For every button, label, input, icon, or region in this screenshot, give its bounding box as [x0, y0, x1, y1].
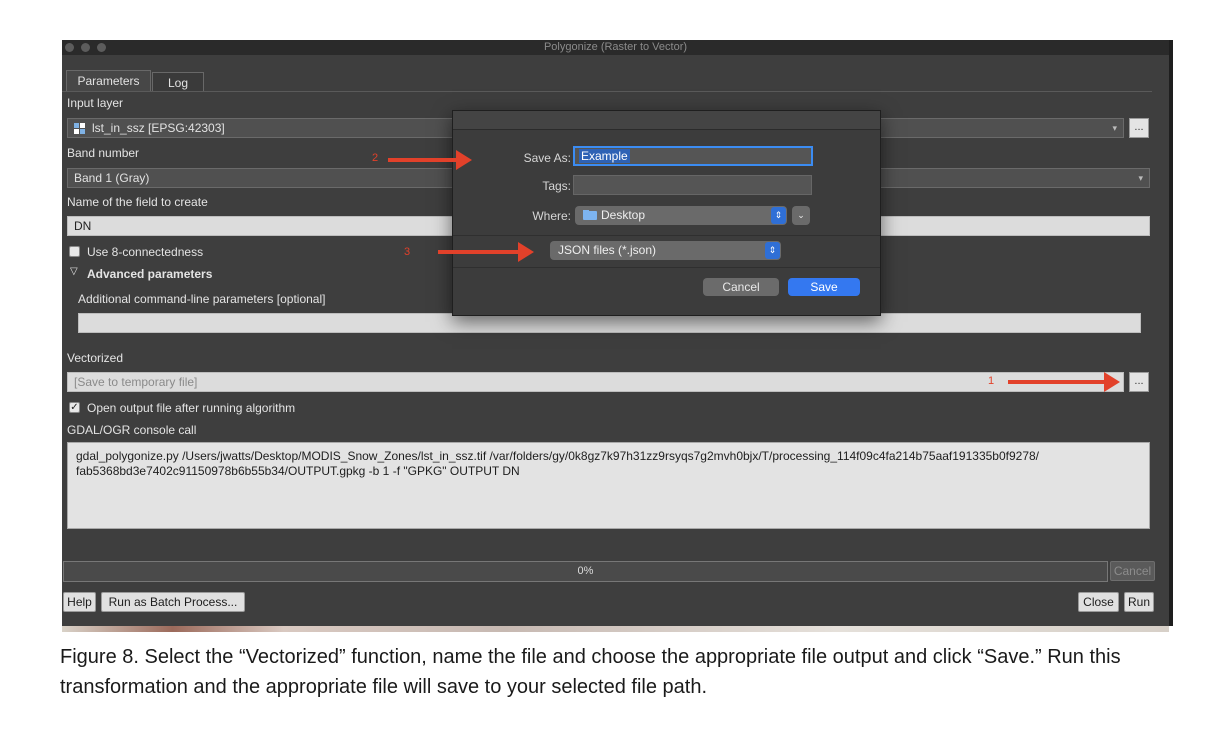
dialog-separator — [453, 267, 880, 268]
additional-params-input[interactable] — [78, 313, 1141, 333]
chevron-down-icon: ▾ — [1138, 173, 1143, 183]
console-call-label: GDAL/OGR console call — [67, 423, 197, 437]
figure-caption: Figure 8. Select the “Vectorized” functi… — [60, 646, 1121, 698]
where-label: Where: — [532, 209, 571, 223]
zoom-window-icon[interactable] — [97, 43, 106, 52]
save-as-input[interactable]: Example — [573, 146, 813, 166]
tab-parameters[interactable]: Parameters — [66, 70, 151, 91]
dialog-titlebar — [453, 111, 880, 130]
window-title: Polygonize (Raster to Vector) — [543, 41, 688, 53]
close-button[interactable]: Close — [1078, 592, 1119, 612]
annotation-number-2: 2 — [372, 152, 379, 164]
triangle-down-icon[interactable]: ▽ — [70, 266, 78, 277]
dialog-cancel-button[interactable]: Cancel — [703, 278, 779, 296]
vectorized-browse-button[interactable]: ... — [1129, 372, 1149, 392]
vectorized-label: Vectorized — [67, 351, 124, 365]
chevron-down-icon: ▾ — [1112, 123, 1117, 133]
vectorized-output-input[interactable]: [Save to temporary file] — [67, 372, 1124, 392]
connectedness-checkbox[interactable] — [69, 246, 80, 257]
connectedness-label: Use 8-connectedness — [87, 245, 204, 259]
window-titlebar: Polygonize (Raster to Vector) — [62, 40, 1169, 55]
annotation-number-3: 3 — [404, 246, 411, 258]
updown-stepper-icon: ⇕ — [771, 207, 786, 224]
help-button[interactable]: Help — [63, 592, 96, 612]
annotation-arrow-3 — [438, 242, 534, 262]
input-layer-value: lst_in_ssz [EPSG:42303] — [92, 121, 225, 135]
field-name-label: Name of the field to create — [67, 195, 208, 209]
annotation-arrow-1 — [1008, 372, 1120, 392]
open-output-checkbox[interactable]: ✓ — [69, 402, 80, 413]
band-number-label: Band number — [67, 146, 140, 160]
save-as-label: Save As: — [523, 151, 571, 165]
where-value: Desktop — [601, 208, 646, 222]
expand-dialog-button[interactable]: ⌄ — [792, 206, 810, 225]
dialog-separator — [453, 235, 880, 236]
open-output-label: Open output file after running algorithm — [87, 401, 296, 415]
file-format-select[interactable]: JSON files (*.json) ⇕ — [550, 241, 781, 260]
background-map-strip — [62, 626, 1169, 632]
save-as-dialog: Save As: Example Tags: Where: Desktop ⇕ … — [452, 110, 881, 316]
additional-params-label: Additional command-line parameters [opti… — [78, 292, 326, 306]
input-layer-browse-button[interactable]: ... — [1129, 118, 1149, 138]
run-as-batch-button[interactable]: Run as Batch Process... — [101, 592, 245, 612]
save-as-value: Example — [579, 149, 630, 163]
run-button[interactable]: Run — [1124, 592, 1154, 612]
tab-log[interactable]: Log — [152, 72, 204, 91]
updown-stepper-icon: ⇕ — [765, 242, 780, 259]
tags-label: Tags: — [542, 179, 571, 193]
folder-icon — [583, 210, 597, 220]
progress-text: 0% — [577, 565, 594, 577]
input-layer-label: Input layer — [67, 96, 124, 110]
chevron-down-icon: ⌄ — [797, 210, 805, 220]
window-edge — [1169, 40, 1173, 626]
progress-cancel-button[interactable]: Cancel — [1110, 561, 1155, 581]
dialog-save-button[interactable]: Save — [788, 278, 860, 296]
advanced-parameters-toggle[interactable]: Advanced parameters — [87, 267, 212, 281]
annotation-arrow-2 — [388, 150, 472, 170]
close-window-icon[interactable] — [65, 43, 74, 52]
annotation-number-1: 1 — [988, 375, 995, 387]
tags-input[interactable] — [573, 175, 812, 195]
progress-bar: 0% — [63, 561, 1108, 582]
console-call-text[interactable]: gdal_polygonize.py /Users/jwatts/Desktop… — [67, 442, 1150, 529]
minimize-window-icon[interactable] — [81, 43, 90, 52]
band-number-value: Band 1 (Gray) — [74, 171, 150, 185]
tab-divider — [62, 91, 1152, 92]
file-format-value: JSON files (*.json) — [558, 243, 657, 257]
where-select[interactable]: Desktop ⇕ — [575, 206, 787, 225]
raster-layer-icon — [74, 123, 85, 134]
